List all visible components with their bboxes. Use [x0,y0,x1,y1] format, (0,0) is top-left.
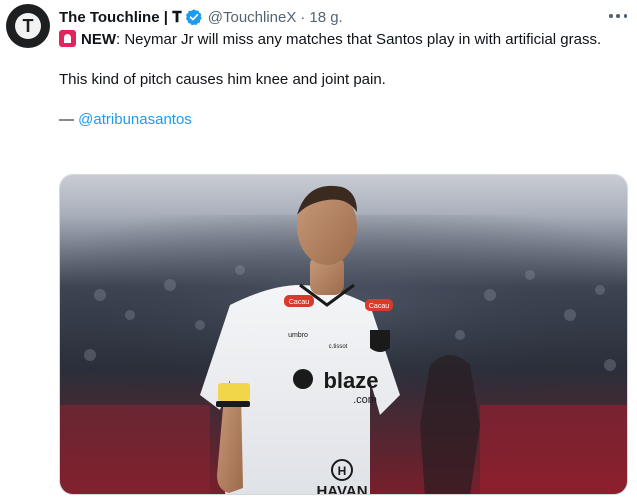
author-display-name[interactable]: The Touchline | 𝐓 [59,9,182,26]
kit-maker-text: umbro [288,332,308,339]
more-options-icon[interactable] [606,6,630,26]
tweet-timestamp[interactable]: 18 g. [309,9,342,26]
new-label: NEW [81,31,116,48]
kit-sponsor-small: c.tissot [329,344,348,350]
avatar-logo: T [15,13,41,39]
verified-badge-icon [185,9,202,26]
separator-dot: · [300,8,306,26]
credit-mention-link[interactable]: @atribunasantos [78,111,192,128]
tweet-header: The Touchline | 𝐓 @TouchlineX · 18 g. [59,6,343,28]
shirt-patch-left: Cacau [289,299,309,306]
author-handle[interactable]: @TouchlineX [208,9,297,26]
credit-dash: — [59,111,79,128]
shirt-patch-right: Cacau [369,303,389,310]
shirt-brand-mark: H [338,464,347,478]
tweet-paragraph-1: NEW: Neymar Jr will miss any matches tha… [59,30,629,50]
player-photo: Cacau Cacau umbro c.tissot blaze .com H … [60,175,627,495]
shirt-sponsor: blaze [323,368,378,393]
tweet-text: NEW: Neymar Jr will miss any matches tha… [59,30,629,130]
tweet-card: T The Touchline | 𝐓 @TouchlineX · 18 g. … [0,0,637,499]
author-avatar[interactable]: T [6,4,50,48]
tweet-media-photo[interactable]: Cacau Cacau umbro c.tissot blaze .com H … [59,174,628,495]
siren-emoji-icon [59,30,76,47]
tweet-credit: — @atribunasantos [59,110,629,130]
shirt-brand: HAVAN [316,483,367,495]
shirt-sponsor-sub: .com [353,394,377,406]
tweet-line1-text: : Neymar Jr will miss any matches that S… [116,31,602,48]
tweet-paragraph-2: This kind of pitch causes him knee and j… [59,71,386,88]
